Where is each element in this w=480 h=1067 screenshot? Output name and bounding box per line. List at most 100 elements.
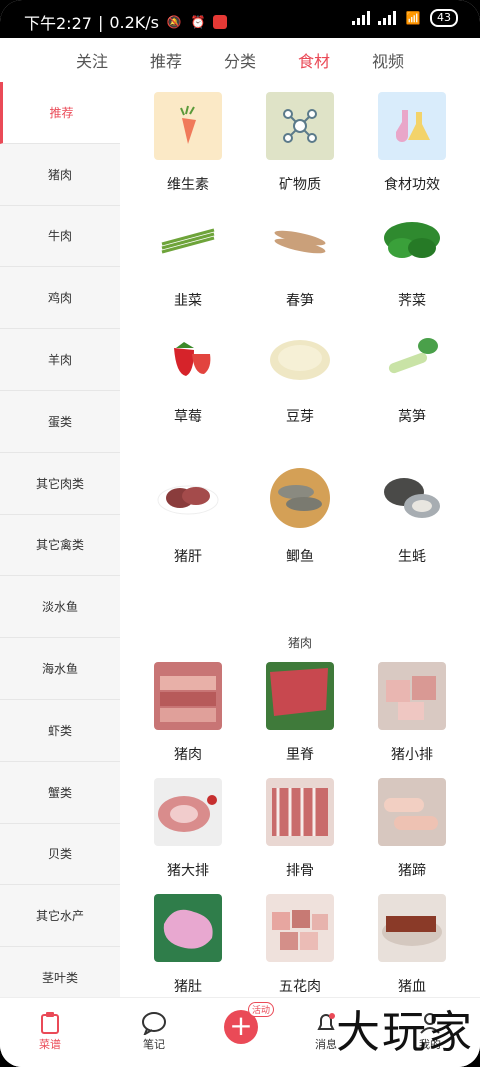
pork-blood-photo bbox=[378, 894, 446, 962]
ingredient-label: 荠菜 bbox=[398, 293, 426, 309]
category-sidebar: 推荐 猪肉 牛肉 鸡肉 羊肉 蛋类 其它肉类 其它禽类 淡水鱼 海水鱼 虾类 蟹… bbox=[0, 82, 120, 1009]
sidebar-item-other-poultry[interactable]: 其它禽类 bbox=[0, 515, 120, 577]
ingredient-label: 韭菜 bbox=[174, 293, 202, 309]
ingredient-tenderloin[interactable]: 里脊 bbox=[240, 662, 360, 764]
pig-trotter-photo bbox=[378, 778, 446, 846]
molecule-icon bbox=[266, 92, 334, 160]
status-bar: 下午2:27 | 0.2K/s 🔕 ⏰ 📶 43 bbox=[0, 0, 480, 38]
sidebar-item-saltwater-fish[interactable]: 海水鱼 bbox=[0, 638, 120, 700]
app-content: 关注 推荐 分类 食材 视频 推荐 猪肉 牛肉 鸡肉 羊肉 蛋类 其它肉类 其它… bbox=[0, 38, 480, 1067]
pork-ribs-photo bbox=[378, 662, 446, 730]
ingredient-oyster[interactable]: 生蚝 bbox=[352, 464, 472, 566]
sidebar-item-beef[interactable]: 牛肉 bbox=[0, 206, 120, 268]
pork-tripe-photo bbox=[154, 894, 222, 962]
ingredient-pork-blood[interactable]: 猪血 bbox=[352, 894, 472, 996]
ingredient-label: 鲫鱼 bbox=[286, 549, 314, 565]
ingredient-pork-liver[interactable]: 猪肝 bbox=[128, 464, 248, 566]
ingredient-pork[interactable]: 猪肉 bbox=[128, 662, 248, 764]
carrot-icon bbox=[154, 92, 222, 160]
ingredient-label: 猪肉 bbox=[174, 747, 202, 763]
ingredient-effects[interactable]: 食材功效 bbox=[352, 92, 472, 194]
nav-notes-label: 笔记 bbox=[143, 1038, 165, 1051]
chat-bubble-icon bbox=[124, 1010, 184, 1036]
sidebar-item-freshwater-fish[interactable]: 淡水鱼 bbox=[0, 576, 120, 639]
ingredient-grid: 维生素 矿物质 食材功效 韭菜 春笋 荠菜 草莓 豆芽 莴笋 猪肝 鲫鱼 生蚝 … bbox=[120, 82, 480, 997]
nav-notes[interactable]: 笔记 bbox=[124, 1010, 184, 1052]
flask-icon bbox=[378, 92, 446, 160]
ingredient-label: 五花肉 bbox=[279, 979, 321, 995]
sidebar-item-recommend[interactable]: 推荐 bbox=[0, 82, 120, 144]
ingredient-chives[interactable]: 韭菜 bbox=[128, 208, 248, 310]
nav-recipes[interactable]: 菜谱 bbox=[20, 1010, 80, 1052]
sidebar-item-chicken[interactable]: 鸡肉 bbox=[0, 267, 120, 330]
ingredient-pork-belly[interactable]: 五花肉 bbox=[240, 894, 360, 996]
section-title: 猪肉 bbox=[287, 636, 312, 650]
ingredient-label: 莴笋 bbox=[398, 409, 426, 425]
tab-follow[interactable]: 关注 bbox=[76, 48, 108, 82]
ingredient-label: 草莓 bbox=[174, 409, 202, 425]
sidebar-item-shellfish[interactable]: 贝类 bbox=[0, 824, 120, 886]
ingredient-label: 生蚝 bbox=[398, 549, 426, 565]
ingredient-pork-tripe[interactable]: 猪肚 bbox=[128, 894, 248, 996]
chives-photo bbox=[154, 208, 222, 276]
ingredient-label: 猪肚 bbox=[174, 979, 202, 995]
ingredient-minerals[interactable]: 矿物质 bbox=[240, 92, 360, 194]
app-notification-icon bbox=[213, 15, 227, 29]
sidebar-item-pork[interactable]: 猪肉 bbox=[0, 144, 120, 206]
signal-icon-2 bbox=[378, 11, 396, 25]
phone-screen: 下午2:27 | 0.2K/s 🔕 ⏰ 📶 43 关注 推荐 分类 食材 视频 … bbox=[0, 0, 480, 1067]
ingredient-pig-trotter[interactable]: 猪蹄 bbox=[352, 778, 472, 880]
ingredient-label: 维生素 bbox=[167, 177, 209, 193]
status-time: 下午2:27 bbox=[24, 14, 92, 33]
activity-badge: 活动 bbox=[248, 1002, 275, 1017]
sidebar-item-other-meat[interactable]: 其它肉类 bbox=[0, 453, 120, 515]
pork-belly-photo bbox=[266, 894, 334, 962]
ingredient-crucian-carp[interactable]: 鲫鱼 bbox=[240, 464, 360, 566]
signal-icon bbox=[352, 11, 370, 25]
clipboard-icon bbox=[20, 1010, 80, 1036]
lettuce-stem-photo bbox=[378, 324, 446, 392]
ingredient-label: 猪血 bbox=[398, 979, 426, 995]
alarm-icon: ⏰ bbox=[190, 15, 206, 29]
tab-video[interactable]: 视频 bbox=[372, 48, 404, 82]
ingredient-label: 猪肝 bbox=[174, 549, 202, 565]
tab-recommend[interactable]: 推荐 bbox=[150, 48, 182, 82]
pork-photo bbox=[154, 662, 222, 730]
ingredient-spare-ribs[interactable]: 排骨 bbox=[240, 778, 360, 880]
ingredient-spring-bamboo[interactable]: 春笋 bbox=[240, 208, 360, 310]
bamboo-shoot-photo bbox=[266, 208, 334, 276]
sidebar-item-lamb[interactable]: 羊肉 bbox=[0, 329, 120, 391]
ingredient-label: 豆芽 bbox=[286, 409, 314, 425]
ingredient-bean-sprouts[interactable]: 豆芽 bbox=[240, 324, 360, 426]
strawberry-photo bbox=[154, 324, 222, 392]
pork-chop-photo bbox=[154, 778, 222, 846]
ingredient-label: 里脊 bbox=[286, 747, 314, 763]
sidebar-item-crab[interactable]: 蟹类 bbox=[0, 762, 120, 824]
watermark-logo: 大玩家 bbox=[336, 1007, 474, 1058]
ingredient-pork-ribs-small[interactable]: 猪小排 bbox=[352, 662, 472, 764]
ingredient-shepherds-purse[interactable]: 荠菜 bbox=[352, 208, 472, 310]
carp-photo bbox=[266, 464, 334, 532]
ingredient-lettuce-stem[interactable]: 莴笋 bbox=[352, 324, 472, 426]
battery-icon: 43 bbox=[430, 9, 458, 27]
tenderloin-photo bbox=[266, 662, 334, 730]
nav-recipes-label: 菜谱 bbox=[39, 1038, 61, 1051]
oyster-photo bbox=[378, 464, 446, 532]
ingredient-label: 猪小排 bbox=[391, 747, 433, 763]
network-speed: 0.2K/s bbox=[109, 12, 159, 32]
sidebar-item-other-seafood[interactable]: 其它水产 bbox=[0, 885, 120, 948]
ingredient-label: 猪蹄 bbox=[398, 863, 426, 879]
ingredient-vitamins[interactable]: 维生素 bbox=[128, 92, 248, 194]
ingredient-pork-chop[interactable]: 猪大排 bbox=[128, 778, 248, 880]
mute-bell-icon: 🔕 bbox=[166, 15, 182, 29]
sidebar-item-shrimp[interactable]: 虾类 bbox=[0, 700, 120, 762]
top-tabs: 关注 推荐 分类 食材 视频 bbox=[0, 38, 480, 89]
ingredient-label: 猪大排 bbox=[167, 863, 209, 879]
ingredient-label: 排骨 bbox=[286, 863, 314, 879]
wifi-icon: 📶 bbox=[405, 11, 421, 25]
tab-ingredients[interactable]: 食材 bbox=[298, 48, 330, 89]
ingredient-strawberry[interactable]: 草莓 bbox=[128, 324, 248, 426]
pork-liver-photo bbox=[154, 464, 222, 532]
sidebar-item-eggs[interactable]: 蛋类 bbox=[0, 391, 120, 453]
tab-category[interactable]: 分类 bbox=[224, 48, 256, 82]
